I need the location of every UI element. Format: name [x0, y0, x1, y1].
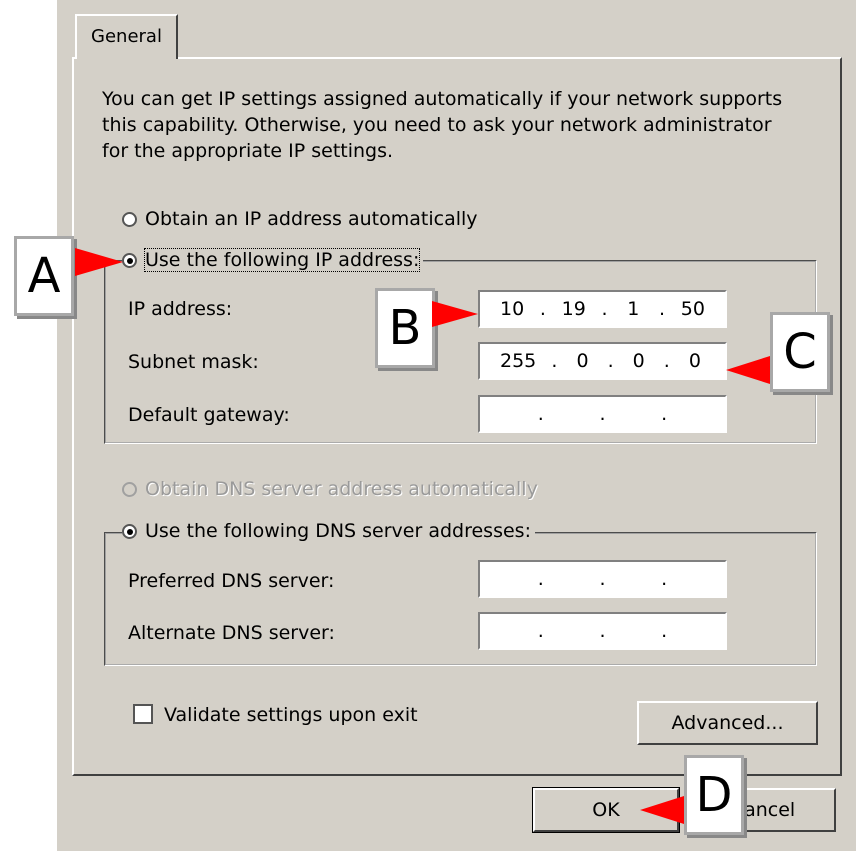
radio-use-following-ip-label: Use the following IP address: — [143, 248, 421, 272]
callout-d: D — [684, 755, 744, 835]
radio-obtain-ip-auto[interactable]: Obtain an IP address automatically — [122, 208, 478, 230]
dot: . — [663, 350, 670, 372]
callout-d-arrow-icon — [640, 796, 684, 824]
radio-obtain-dns-auto[interactable]: Obtain DNS server address automatically — [122, 478, 538, 500]
callout-b-arrow-icon — [432, 301, 478, 327]
dot: . — [607, 350, 614, 372]
octet-4: 50 — [680, 298, 705, 320]
dot: . — [599, 403, 606, 425]
dot: . — [659, 298, 666, 320]
dot: . — [539, 298, 546, 320]
dot: . — [551, 350, 558, 372]
preferred-dns-label: Preferred DNS server: — [128, 570, 335, 592]
dot: . — [537, 568, 544, 590]
callout-a-arrow-icon — [75, 248, 123, 276]
dot: . — [599, 620, 606, 642]
dot: . — [661, 620, 668, 642]
radio-button-disabled-icon — [122, 481, 137, 497]
octet-2: 19 — [561, 298, 586, 320]
ip-address-input[interactable]: 10. 19. 1. 50 — [478, 290, 727, 328]
octet-1: 10 — [500, 298, 525, 320]
alternate-dns-label: Alternate DNS server: — [128, 622, 335, 644]
subnet-mask-label: Subnet mask: — [128, 351, 259, 373]
callout-c: C — [770, 312, 830, 392]
radio-button-selected-icon[interactable] — [122, 252, 137, 268]
octet-3: 0 — [632, 350, 645, 372]
octet-1: 255 — [500, 350, 537, 372]
dot: . — [601, 298, 608, 320]
octet-4: 0 — [688, 350, 701, 372]
dot: . — [537, 403, 544, 425]
default-gateway-label: Default gateway: — [128, 404, 290, 426]
alternate-dns-input[interactable]: . . . — [478, 612, 727, 650]
radio-obtain-dns-auto-label: Obtain DNS server address automatically — [145, 478, 538, 500]
callout-b: B — [375, 288, 435, 368]
callout-a: A — [14, 236, 74, 316]
advanced-button[interactable]: Advanced... — [637, 701, 818, 745]
octet-2: 0 — [576, 350, 589, 372]
dot: . — [537, 620, 544, 642]
radio-obtain-ip-auto-label: Obtain an IP address automatically — [145, 208, 478, 230]
dot: . — [661, 403, 668, 425]
radio-button-selected-icon[interactable] — [122, 523, 137, 539]
radio-button-icon[interactable] — [122, 211, 137, 227]
validate-checkbox[interactable] — [133, 704, 153, 724]
callout-c-arrow-icon — [726, 356, 770, 384]
radio-use-following-dns[interactable]: Use the following DNS server addresses: — [122, 520, 535, 542]
ip-address-label: IP address: — [128, 298, 233, 320]
radio-use-following-ip[interactable]: Use the following IP address: — [122, 248, 424, 272]
intro-text: You can get IP settings assigned automat… — [102, 88, 783, 162]
default-gateway-input[interactable]: . . . — [478, 395, 727, 433]
subnet-mask-input[interactable]: 255. 0. 0. 0 — [478, 342, 727, 380]
radio-use-following-dns-label: Use the following DNS server addresses: — [145, 520, 531, 542]
dot: . — [599, 568, 606, 590]
tab-general[interactable]: General — [75, 14, 178, 59]
validate-label: Validate settings upon exit — [164, 704, 418, 726]
preferred-dns-input[interactable]: . . . — [478, 560, 727, 598]
octet-3: 1 — [627, 298, 640, 320]
dot: . — [661, 568, 668, 590]
